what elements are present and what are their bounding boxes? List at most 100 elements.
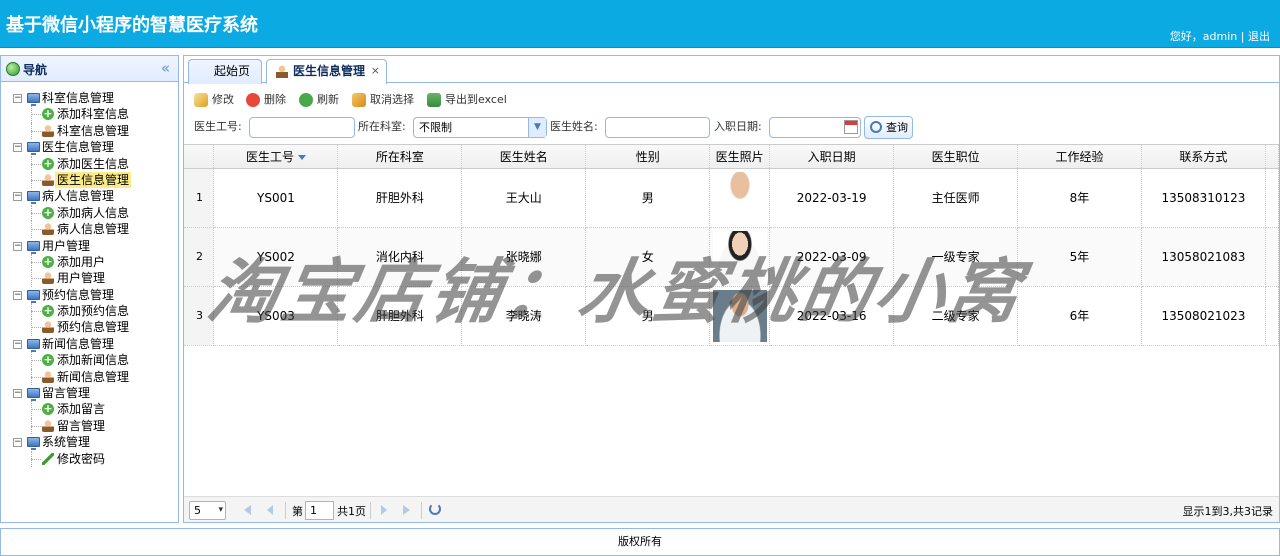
- nav-item[interactable]: 新闻信息管理: [1, 368, 178, 386]
- cell-gap: [1265, 168, 1280, 228]
- collapse-toggle-icon[interactable]: −: [13, 438, 22, 448]
- column-header[interactable]: 所在科室: [337, 145, 463, 169]
- nav-item[interactable]: 预约信息管理: [1, 319, 178, 336]
- nav-item[interactable]: + 添加用户: [1, 253, 178, 271]
- chevron-down-icon: ▾: [218, 505, 223, 515]
- last-page-icon[interactable]: [403, 505, 410, 515]
- nav-item[interactable]: + 添加科室信息: [1, 106, 178, 123]
- nav-group[interactable]: − 病人信息管理: [1, 188, 178, 205]
- page-size-value: 5: [194, 504, 201, 517]
- column-header[interactable]: 性别: [585, 145, 711, 169]
- nav-group-label: 病人信息管理: [42, 189, 115, 204]
- page-size-select[interactable]: 5 ▾: [189, 501, 226, 520]
- calendar-icon[interactable]: [844, 120, 858, 134]
- collapse-toggle-icon[interactable]: −: [13, 241, 22, 251]
- collapse-toggle-icon[interactable]: −: [13, 143, 22, 153]
- collapse-toggle-icon[interactable]: −: [13, 389, 22, 399]
- collapse-toggle-icon[interactable]: −: [13, 192, 22, 202]
- export-excel-button[interactable]: 导出到excel: [427, 91, 507, 109]
- tree-line: [31, 311, 41, 313]
- prev-page-icon[interactable]: [267, 505, 273, 515]
- column-header[interactable]: 医生姓名: [461, 145, 587, 169]
- tree-line: [31, 114, 41, 116]
- column-header[interactable]: 工作经验: [1017, 145, 1142, 169]
- nav-item[interactable]: + 添加病人信息: [1, 204, 178, 222]
- collapse-toggle-icon[interactable]: −: [13, 290, 22, 300]
- add-icon: +: [42, 402, 54, 416]
- hire-date-input[interactable]: [769, 117, 861, 138]
- delete-button[interactable]: 删除: [246, 91, 286, 109]
- nav-item[interactable]: 医生信息管理: [1, 171, 178, 189]
- page-number-input[interactable]: 1: [305, 501, 334, 520]
- computer-icon: [27, 289, 40, 303]
- nav-group-label: 预约信息管理: [42, 287, 115, 302]
- nav-group[interactable]: − 系统管理: [1, 434, 178, 451]
- next-page-icon[interactable]: [381, 505, 387, 515]
- tree-line: [31, 376, 41, 378]
- column-header[interactable]: 医生职位: [893, 145, 1019, 169]
- dept-select[interactable]: 不限制 ▼: [413, 117, 547, 138]
- nav-item-label: 科室信息管理: [57, 123, 130, 138]
- nav-item-label: 添加病人信息: [57, 205, 130, 220]
- computer-icon: [27, 142, 40, 156]
- close-icon[interactable]: ×: [371, 60, 380, 82]
- table-row[interactable]: 1 YS001 肝胆外科 王大山男 2022-03-19 主任医师 8年 1350831012…: [184, 168, 1280, 228]
- tree-line: [31, 360, 41, 362]
- nav-item-label: 新闻信息管理: [57, 369, 130, 384]
- doctor-id-label: 医生工号:: [194, 120, 242, 133]
- tab-doctor-management[interactable]: 医生信息管理 ×: [266, 59, 387, 84]
- nav-group[interactable]: − 留言管理: [1, 385, 178, 402]
- doctor-name-input[interactable]: [605, 117, 710, 138]
- collapse-icon[interactable]: «: [161, 59, 170, 77]
- collapse-toggle-icon[interactable]: −: [13, 339, 22, 349]
- nav-group[interactable]: − 科室信息管理: [1, 90, 178, 106]
- nav-group-label: 科室信息管理: [42, 91, 115, 105]
- logout-link[interactable]: 退出: [1248, 30, 1270, 43]
- nav-group[interactable]: − 医生信息管理: [1, 139, 178, 156]
- nav-group[interactable]: − 新闻信息管理: [1, 336, 178, 352]
- edit-icon: [194, 93, 208, 107]
- cancel-selection-button[interactable]: 取消选择: [352, 91, 414, 109]
- query-label: 查询: [886, 121, 908, 134]
- computer-icon: [27, 338, 40, 352]
- doctor-id-input[interactable]: [249, 117, 355, 138]
- tab-home[interactable]: 起始页: [188, 59, 262, 84]
- column-header-label: 所在科室: [375, 149, 424, 164]
- nav-item[interactable]: + 添加预约信息: [1, 303, 178, 320]
- cell-experience: 5年: [1017, 227, 1142, 287]
- first-page-icon[interactable]: [244, 505, 251, 515]
- column-header[interactable]: 医生工号: [213, 145, 339, 169]
- nav-item[interactable]: 留言管理: [1, 417, 178, 435]
- add-icon: +: [42, 205, 54, 219]
- delete-icon: [246, 93, 260, 107]
- pencil-icon: [42, 452, 54, 465]
- nav-item[interactable]: + 添加新闻信息: [1, 352, 178, 369]
- cell-photo: [709, 168, 771, 228]
- nav-item[interactable]: 病人信息管理: [1, 221, 178, 238]
- edit-button[interactable]: 修改: [194, 91, 234, 109]
- column-header[interactable]: 入职日期: [769, 145, 895, 169]
- nav-item[interactable]: 修改密码: [1, 450, 178, 467]
- column-header[interactable]: 联系方式: [1141, 145, 1266, 169]
- refresh-button[interactable]: 刷新: [299, 91, 339, 109]
- edit-label: 修改: [212, 93, 234, 106]
- export-icon: [427, 93, 441, 107]
- add-icon: +: [42, 156, 54, 170]
- person-icon: [42, 124, 54, 137]
- column-header[interactable]: 医生照片: [709, 145, 771, 169]
- cell-phone: 13508021023: [1141, 286, 1266, 346]
- collapse-toggle-icon[interactable]: −: [13, 94, 22, 103]
- column-header-label: 医生职位: [931, 149, 980, 164]
- nav-item[interactable]: + 添加留言: [1, 401, 178, 418]
- records-summary: 显示1到3,共3记录: [1182, 505, 1274, 518]
- nav-item[interactable]: 科室信息管理: [1, 122, 178, 140]
- sidebar-header: 导航 «: [1, 56, 178, 82]
- nav-item-label: 修改密码: [57, 451, 106, 466]
- query-button[interactable]: 查询: [864, 116, 913, 139]
- cell-hire-date: 2022-03-19: [769, 168, 895, 228]
- nav-item[interactable]: 用户管理: [1, 270, 178, 287]
- nav-item[interactable]: + 添加医生信息: [1, 155, 178, 172]
- reload-icon[interactable]: [429, 503, 441, 515]
- nav-group[interactable]: − 预约信息管理: [1, 287, 178, 303]
- nav-group[interactable]: − 用户管理: [1, 238, 178, 254]
